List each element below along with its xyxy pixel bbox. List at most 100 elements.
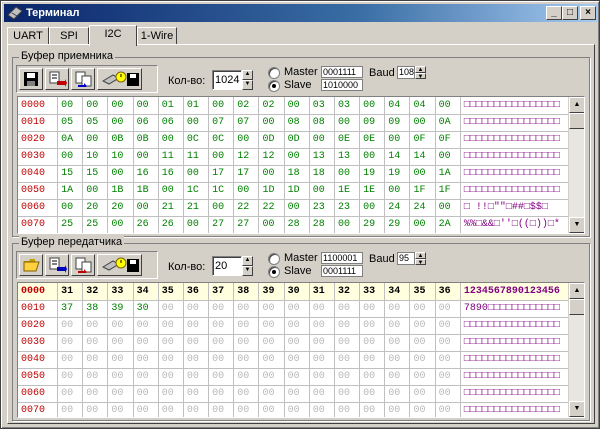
hex-cell[interactable]: 00	[57, 402, 84, 417]
transmitter-master-radio[interactable]	[268, 253, 280, 265]
ascii-cell[interactable]: □□□□□□□□□□□□□□□□	[460, 148, 584, 166]
hex-cell[interactable]: 00	[258, 334, 285, 352]
hex-cell[interactable]: 22	[233, 199, 260, 217]
save-timer-button[interactable]	[97, 254, 142, 276]
table-row[interactable]: 0030 00 10 10 00 11 11 00 12 12 00 13 13 00 14 14 00 □□□□…	[18, 148, 584, 166]
ascii-cell[interactable]: □□□□□□□□□□□□□□□□	[460, 317, 584, 335]
hex-cell[interactable]: 00	[133, 385, 159, 403]
save-button[interactable]	[19, 68, 43, 90]
hex-cell[interactable]: 11	[158, 148, 184, 166]
table-row[interactable]: 0010 05 05 00 06 06 00 07 07 00 08 08 00 09 09 00 0A □□□□…	[18, 114, 584, 132]
transmitter-scrollbar[interactable]: ▲ ▼	[568, 283, 584, 417]
hex-cell[interactable]: 02	[233, 97, 260, 115]
hex-cell[interactable]: 23	[309, 199, 335, 217]
hex-cell[interactable]: 00	[183, 114, 210, 132]
hex-cell[interactable]: 00	[435, 334, 461, 352]
transmitter-count-field[interactable]: 20	[212, 256, 242, 276]
hex-cell[interactable]: 15	[82, 165, 109, 183]
hex-cell[interactable]: 08	[284, 114, 310, 132]
hex-cell[interactable]: 0E	[334, 131, 361, 149]
hex-cell[interactable]: 37	[208, 283, 235, 301]
hex-cell[interactable]: 0F	[435, 131, 461, 149]
transmitter-hex-grid[interactable]: 0000 31 32 33 34 35 36 37 38 39 30 31 32 33 34 35 36 1234…	[17, 282, 585, 418]
hex-cell[interactable]: 00	[133, 334, 159, 352]
receiver-baud-field[interactable]: 108	[397, 66, 415, 79]
hex-cell[interactable]: 00	[384, 317, 411, 335]
hex-cell[interactable]: 07	[208, 114, 235, 132]
receiver-master-radio[interactable]	[268, 67, 280, 79]
table-row[interactable]: 0000 31 32 33 34 35 36 37 38 39 30 31 32 33 34 35 36 1234…	[18, 283, 584, 301]
hex-cell[interactable]: 27	[233, 216, 260, 233]
hex-cell[interactable]: 00	[284, 368, 310, 386]
table-row[interactable]: 0010 37 38 39 30 00 00 00 00 00 00 00 00 00 00 00 00 7890…	[18, 300, 584, 318]
ascii-cell[interactable]: □□□□□□□□□□□□□□□□	[460, 114, 584, 132]
hex-cell[interactable]: 00	[133, 97, 159, 115]
hex-cell[interactable]: 00	[107, 334, 134, 352]
hex-cell[interactable]: 00	[57, 317, 84, 335]
minimize-button[interactable]: _	[546, 6, 562, 20]
hex-cell[interactable]: 0A	[57, 131, 84, 149]
hex-cell[interactable]: 00	[57, 334, 84, 352]
hex-cell[interactable]: 00	[435, 317, 461, 335]
hex-cell[interactable]: 00	[233, 182, 260, 200]
ascii-cell[interactable]: □□□□□□□□□□□□□□□□	[460, 385, 584, 403]
receiver-scrollbar[interactable]: ▲ ▼	[568, 97, 584, 233]
hex-cell[interactable]: 00	[233, 131, 260, 149]
save-timer-button[interactable]	[97, 68, 142, 90]
table-row[interactable]: 0040 00 00 00 00 00 00 00 00 00 00 00 00 00 00 00 00 □□□□…	[18, 351, 584, 369]
hex-cell[interactable]: 00	[284, 351, 310, 369]
hex-cell[interactable]: 24	[384, 199, 411, 217]
hex-cell[interactable]: 03	[309, 97, 335, 115]
hex-cell[interactable]: 33	[107, 283, 134, 301]
receiver-slave-address[interactable]: 1010000	[321, 79, 363, 91]
hex-cell[interactable]: 0B	[133, 131, 159, 149]
table-row[interactable]: 0000 00 00 00 00 01 01 00 02 02 00 03 03 00 04 04 00 □□□□…	[18, 97, 584, 115]
hex-cell[interactable]: 02	[258, 97, 285, 115]
receiver-slave-radio[interactable]	[268, 80, 280, 92]
hex-cell[interactable]: 00	[359, 148, 386, 166]
hex-cell[interactable]: 00	[359, 385, 386, 403]
hex-cell[interactable]: 00	[158, 385, 184, 403]
hex-cell[interactable]: 00	[359, 368, 386, 386]
hex-cell[interactable]: 00	[284, 199, 310, 217]
hex-cell[interactable]: 00	[158, 351, 184, 369]
hex-cell[interactable]: 00	[334, 216, 361, 233]
tab-uart[interactable]: UART	[7, 27, 49, 45]
hex-cell[interactable]: 00	[284, 385, 310, 403]
hex-cell[interactable]: 1F	[409, 182, 436, 200]
receive-button[interactable]	[45, 254, 69, 276]
hex-cell[interactable]: 30	[133, 300, 159, 318]
hex-cell[interactable]: 35	[409, 283, 436, 301]
hex-cell[interactable]: 00	[57, 97, 84, 115]
hex-cell[interactable]: 00	[183, 334, 210, 352]
hex-cell[interactable]: 00	[384, 334, 411, 352]
hex-cell[interactable]: 29	[359, 216, 386, 233]
spin-down-icon[interactable]: ▼	[415, 72, 426, 79]
hex-cell[interactable]: 00	[359, 334, 386, 352]
hex-cell[interactable]: 00	[158, 131, 184, 149]
hex-cell[interactable]: 39	[258, 283, 285, 301]
hex-cell[interactable]: 00	[435, 148, 461, 166]
hex-cell[interactable]: 0F	[409, 131, 436, 149]
hex-cell[interactable]: 21	[183, 199, 210, 217]
hex-cell[interactable]: 34	[133, 283, 159, 301]
hex-cell[interactable]: 00	[57, 351, 84, 369]
hex-cell[interactable]: 00	[208, 148, 235, 166]
hex-cell[interactable]: 13	[309, 148, 335, 166]
hex-cell[interactable]: 00	[309, 300, 335, 318]
hex-cell[interactable]: 1B	[107, 182, 134, 200]
hex-cell[interactable]: 00	[334, 165, 361, 183]
hex-cell[interactable]: 36	[435, 283, 461, 301]
hex-cell[interactable]: 00	[359, 199, 386, 217]
hex-cell[interactable]: 2A	[435, 216, 461, 233]
hex-cell[interactable]: 0C	[208, 131, 235, 149]
ascii-cell[interactable]: □□□□□□□□□□□□□□□□	[460, 182, 584, 200]
hex-cell[interactable]: 00	[133, 402, 159, 417]
tab-1wire[interactable]: 1-Wire	[137, 27, 177, 45]
hex-cell[interactable]: 00	[208, 317, 235, 335]
hex-cell[interactable]: 00	[435, 351, 461, 369]
spin-up-icon[interactable]: ▲	[242, 70, 253, 80]
hex-cell[interactable]: 00	[208, 199, 235, 217]
table-row[interactable]: 0070 25 25 00 26 26 00 27 27 00 28 28 00 29 29 00 2A %%□&…	[18, 216, 584, 233]
hex-cell[interactable]: 00	[82, 402, 109, 417]
